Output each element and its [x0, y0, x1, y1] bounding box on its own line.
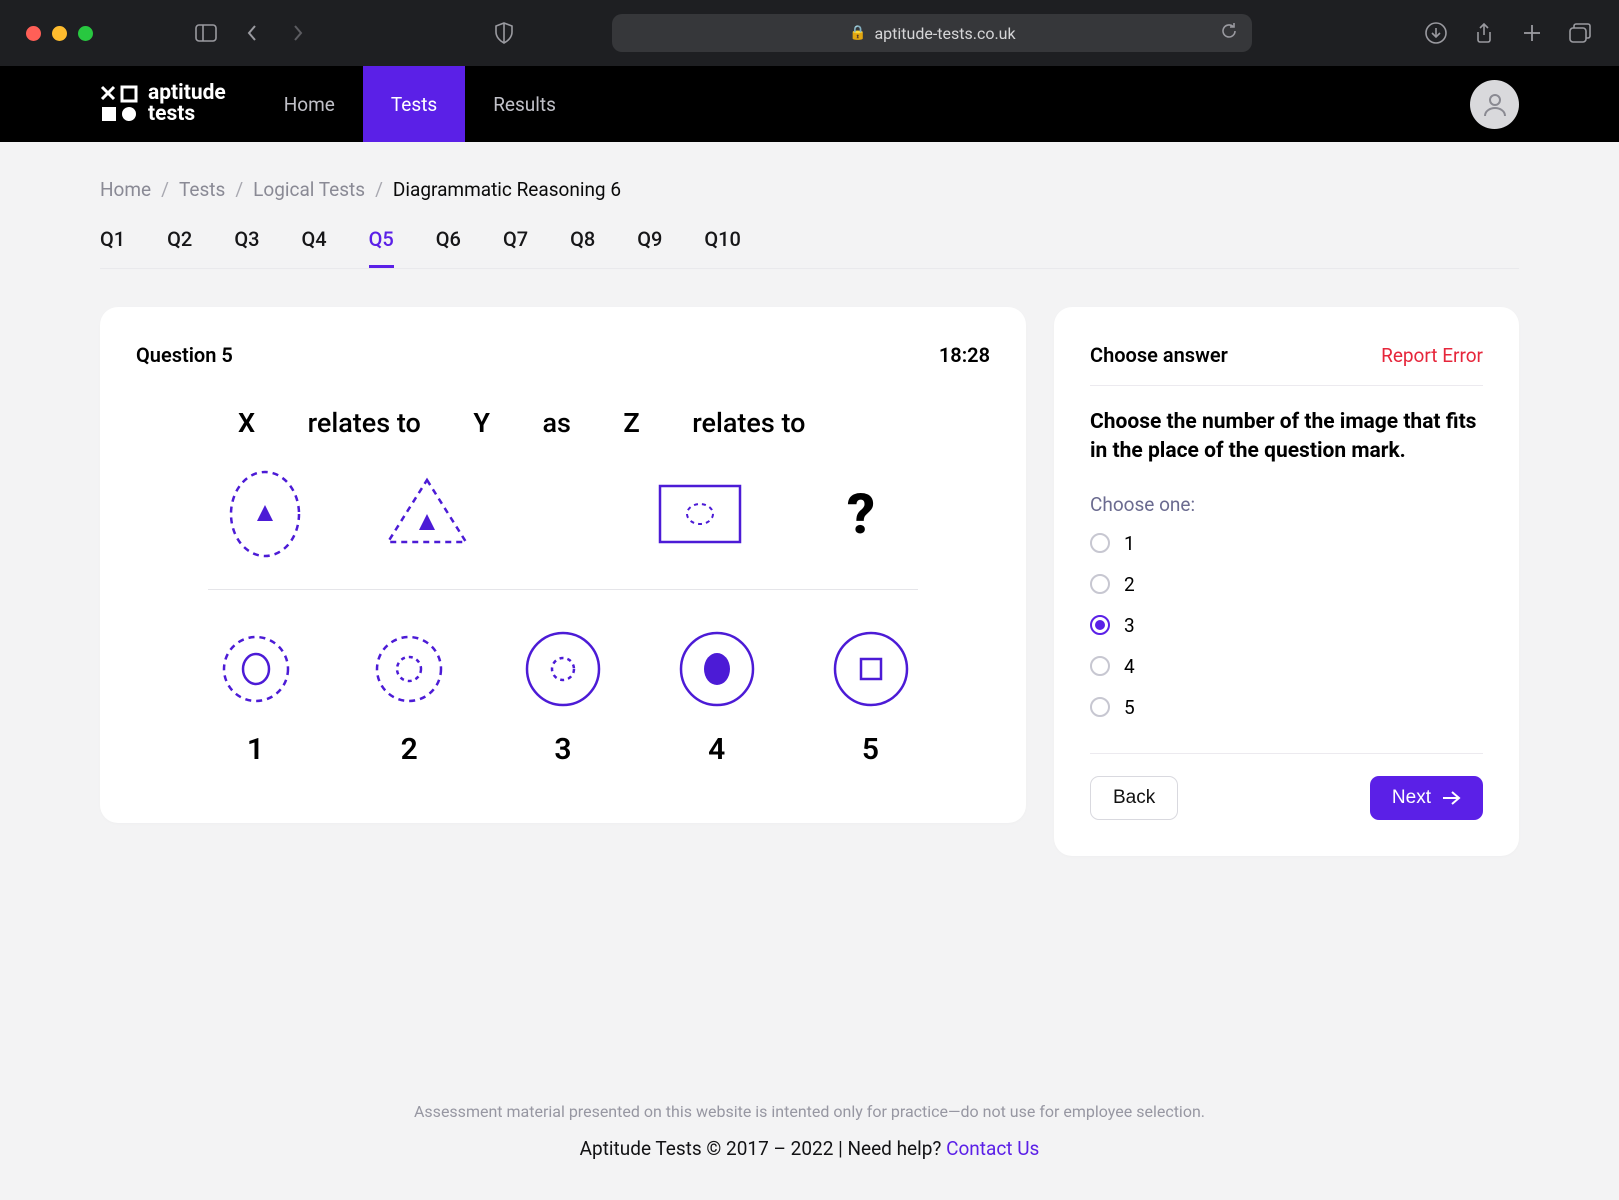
question-mark-icon: ?	[847, 481, 875, 547]
maximize-window-button[interactable]	[78, 26, 93, 41]
label-relates-1: relates to	[308, 407, 421, 439]
arrow-right-icon	[1441, 790, 1461, 806]
shield-privacy-icon[interactable]	[491, 20, 517, 46]
reload-icon[interactable]	[1220, 22, 1238, 44]
shape-unknown: ?	[816, 469, 906, 559]
radio-icon	[1090, 533, 1110, 553]
qnav-q7[interactable]: Q7	[503, 227, 528, 268]
footer-copyright: Aptitude Tests © 2017 – 2022 | Need help…	[0, 1137, 1619, 1160]
forward-icon	[285, 20, 311, 46]
qnav-q6[interactable]: Q6	[436, 227, 461, 268]
radio-icon	[1090, 615, 1110, 635]
qnav-q9[interactable]: Q9	[637, 227, 662, 268]
nav-items: Home Tests Results	[256, 66, 584, 142]
page-footer: Assessment material presented on this we…	[0, 1102, 1619, 1160]
minimize-window-button[interactable]	[52, 26, 67, 41]
option-2: 2	[362, 624, 457, 767]
tabs-overview-icon[interactable]	[1567, 20, 1593, 46]
avatar[interactable]	[1470, 80, 1519, 129]
back-icon[interactable]	[239, 20, 265, 46]
qnav-q5[interactable]: Q5	[369, 227, 394, 268]
question-diagram: X relates to Y as Z relates to	[208, 407, 918, 767]
label-as: as	[542, 407, 570, 439]
new-tab-icon[interactable]	[1519, 20, 1545, 46]
back-button[interactable]: Back	[1090, 776, 1178, 820]
breadcrumb-current: Diagrammatic Reasoning 6	[393, 178, 621, 201]
label-z: Z	[623, 407, 639, 439]
qnav-q4[interactable]: Q4	[301, 227, 326, 268]
nav-home[interactable]: Home	[256, 66, 363, 142]
answer-choices: 1 2 3 4 5	[1090, 532, 1483, 719]
option-3: 3	[516, 624, 611, 767]
choice-1[interactable]: 1	[1090, 532, 1483, 555]
radio-icon	[1090, 574, 1110, 594]
label-relates-2: relates to	[692, 407, 805, 439]
radio-icon	[1090, 656, 1110, 676]
qnav-q2[interactable]: Q2	[167, 227, 192, 268]
shape-y	[382, 469, 472, 559]
choose-one-label: Choose one:	[1090, 493, 1483, 516]
breadcrumb-tests[interactable]: Tests	[179, 178, 225, 201]
shape-z	[655, 469, 745, 559]
option-1: 1	[208, 624, 303, 767]
choice-2[interactable]: 2	[1090, 573, 1483, 596]
choice-4[interactable]: 4	[1090, 655, 1483, 678]
sidebar-toggle-icon[interactable]	[193, 20, 219, 46]
choice-5[interactable]: 5	[1090, 696, 1483, 719]
app-topnav: aptitude tests Home Tests Results	[0, 66, 1619, 142]
close-window-button[interactable]	[26, 26, 41, 41]
shape-x	[220, 469, 310, 559]
radio-icon	[1090, 697, 1110, 717]
qnav-q1[interactable]: Q1	[100, 227, 125, 268]
question-card: Question 5 18:28 X relates to Y as Z rel…	[100, 307, 1026, 823]
question-timer: 18:28	[939, 343, 990, 367]
share-icon[interactable]	[1471, 20, 1497, 46]
breadcrumb-home[interactable]: Home	[100, 178, 151, 201]
option-5: 5	[823, 624, 918, 767]
browser-chrome: 🔒 aptitude-tests.co.uk	[0, 0, 1619, 66]
url-text: aptitude-tests.co.uk	[874, 24, 1015, 43]
next-button[interactable]: Next	[1370, 776, 1483, 820]
nav-tests[interactable]: Tests	[363, 66, 465, 142]
label-y: Y	[473, 407, 490, 439]
answer-prompt: Choose the number of the image that fits…	[1090, 408, 1483, 467]
label-x: X	[238, 407, 255, 439]
logo[interactable]: aptitude tests	[100, 83, 226, 125]
option-4: 4	[669, 624, 764, 767]
downloads-icon[interactable]	[1423, 20, 1449, 46]
lock-icon: 🔒	[849, 25, 866, 41]
answer-header: Choose answer	[1090, 343, 1228, 367]
breadcrumb: Home / Tests / Logical Tests / Diagramma…	[100, 178, 1519, 201]
nav-results[interactable]: Results	[465, 66, 584, 142]
question-title: Question 5	[136, 343, 233, 367]
qnav-q3[interactable]: Q3	[234, 227, 259, 268]
address-bar[interactable]: 🔒 aptitude-tests.co.uk	[612, 14, 1252, 52]
logo-text: aptitude tests	[148, 83, 226, 125]
window-controls	[26, 26, 93, 41]
logo-mark-icon	[100, 85, 138, 123]
qnav-q8[interactable]: Q8	[570, 227, 595, 268]
footer-disclaimer: Assessment material presented on this we…	[0, 1102, 1619, 1121]
question-nav: Q1 Q2 Q3 Q4 Q5 Q6 Q7 Q8 Q9 Q10	[100, 227, 1519, 269]
report-error-link[interactable]: Report Error	[1381, 344, 1483, 367]
breadcrumb-logical[interactable]: Logical Tests	[253, 178, 365, 201]
qnav-q10[interactable]: Q10	[704, 227, 741, 268]
answer-card: Choose answer Report Error Choose the nu…	[1054, 307, 1519, 856]
contact-link[interactable]: Contact Us	[946, 1137, 1039, 1160]
choice-3[interactable]: 3	[1090, 614, 1483, 637]
